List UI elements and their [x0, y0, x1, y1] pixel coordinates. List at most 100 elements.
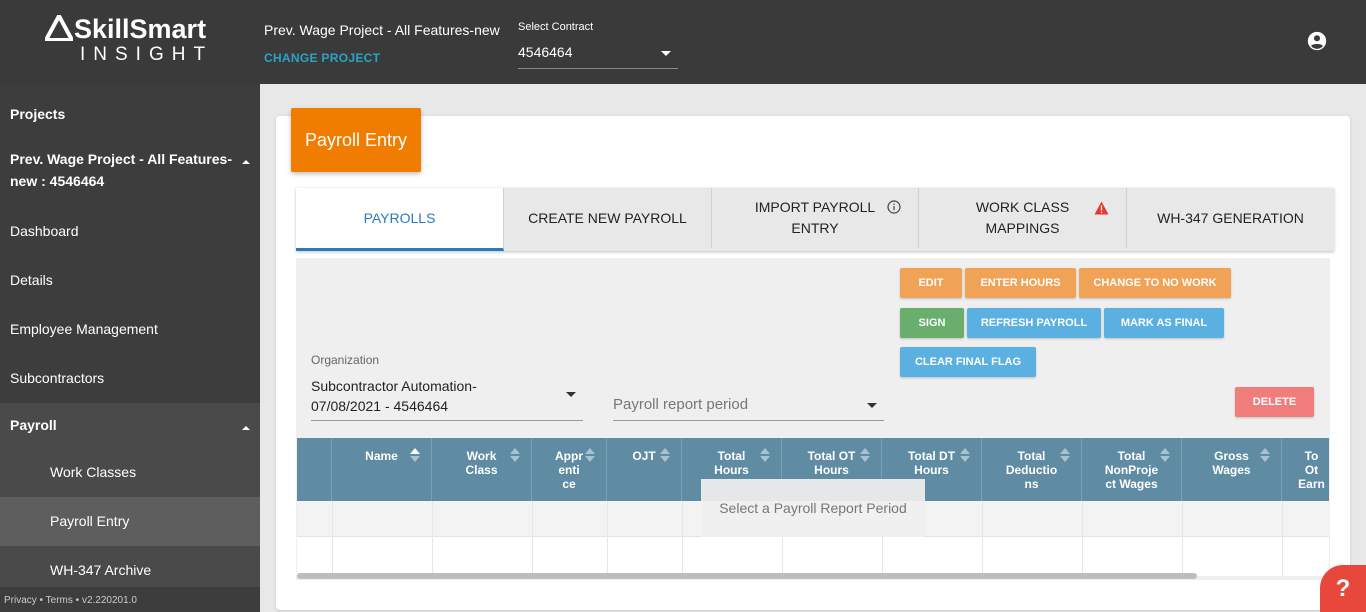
column-header-line: Ot: [1304, 463, 1319, 477]
edit-button[interactable]: EDIT: [900, 268, 962, 298]
column-header-line: Hours: [714, 463, 749, 477]
organization-select[interactable]: Subcontractor Automation- 07/08/2021 - 4…: [311, 376, 583, 421]
tab-create-new-payroll[interactable]: CREATE NEW PAYROLL: [504, 188, 712, 248]
table-column-divider: [682, 501, 683, 576]
contract-label: Select Contract: [518, 21, 594, 33]
delete-button[interactable]: DELETE: [1235, 387, 1314, 417]
organization-label: Organization: [311, 353, 380, 367]
payroll-report-period-select[interactable]: Payroll report period: [613, 392, 884, 421]
sort-icon[interactable]: [585, 447, 595, 463]
logo-main-text: SkillSmart: [74, 14, 207, 44]
column-header-line: Hours: [914, 463, 949, 477]
tab-work-class-line2: MAPPINGS: [985, 220, 1060, 236]
table-column-header[interactable]: To Ot Earn: [1282, 438, 1329, 501]
sidebar-item-payroll-entry[interactable]: Payroll Entry: [0, 497, 260, 546]
table-column-divider: [1182, 501, 1183, 576]
table-column-divider: [1282, 501, 1283, 576]
tab-bar: PAYROLLS CREATE NEW PAYROLL IMPORT PAYRO…: [296, 188, 1334, 251]
sort-icon[interactable]: [860, 447, 870, 463]
footer-links[interactable]: Privacy • Terms • v2.220201.0: [4, 595, 137, 606]
tab-work-class-label: WORK CLASS MAPPINGS: [976, 197, 1069, 239]
sidebar-item-payroll[interactable]: Payroll: [0, 417, 260, 433]
top-bar: SkillSmart INSIGHT Prev. Wage Project - …: [0, 0, 1366, 84]
account-circle-icon[interactable]: [1306, 30, 1328, 52]
change-to-no-work-button[interactable]: CHANGE TO NO WORK: [1079, 268, 1231, 298]
tab-work-class-mappings[interactable]: WORK CLASS MAPPINGS: [919, 188, 1127, 248]
column-header-line: Class: [465, 463, 498, 477]
mark-as-final-button[interactable]: MARK AS FINAL: [1104, 308, 1224, 338]
table-column-divider: [982, 501, 983, 576]
chevron-up-icon[interactable]: [242, 160, 250, 164]
sidebar-item-employee-management[interactable]: Employee Management: [0, 321, 260, 337]
sidebar-item-work-classes[interactable]: Work Classes: [0, 464, 260, 480]
table-column-divider: [607, 501, 608, 576]
column-header-line: Deductio: [1005, 463, 1058, 477]
sort-icon[interactable]: [660, 447, 670, 463]
tab-work-class-line1: WORK CLASS: [975, 199, 1070, 215]
sign-button[interactable]: SIGN: [900, 308, 964, 338]
table-column-header[interactable]: Work Class: [432, 438, 532, 501]
app-logo[interactable]: SkillSmart INSIGHT: [45, 14, 220, 66]
column-header-line: enti: [558, 463, 580, 477]
logo-wordmark: SkillSmart: [45, 14, 206, 45]
sort-icon[interactable]: [410, 447, 420, 463]
tab-payrolls[interactable]: PAYROLLS: [296, 188, 504, 251]
column-header-line: Earn: [1298, 477, 1325, 491]
table-select-column: [297, 438, 332, 501]
sidebar-item-dashboard[interactable]: Dashboard: [0, 223, 260, 239]
clear-final-flag-button[interactable]: CLEAR FINAL FLAG: [900, 347, 1036, 377]
change-project-link[interactable]: CHANGE PROJECT: [264, 51, 380, 65]
sidebar-item-current-project[interactable]: Prev. Wage Project - All Features- new :…: [0, 151, 260, 189]
sidebar-item-subcontractors[interactable]: Subcontractors: [0, 370, 260, 386]
sort-icon[interactable]: [510, 447, 520, 463]
tab-import-line2: ENTRY: [791, 220, 839, 236]
empty-table-message: Select a Payroll Report Period: [701, 479, 925, 537]
table-column-header[interactable]: Gross Wages: [1182, 438, 1282, 501]
tab-import-line1: IMPORT PAYROLL: [754, 199, 876, 215]
table-column-divider: [532, 501, 533, 576]
sort-icon[interactable]: [1260, 447, 1270, 463]
column-header-line: To: [1304, 449, 1319, 463]
info-icon[interactable]: [887, 200, 901, 214]
sort-icon[interactable]: [760, 447, 770, 463]
project-name: Prev. Wage Project - All Features-new: [264, 22, 500, 38]
organization-value: Subcontractor Automation- 07/08/2021 - 4…: [311, 376, 551, 416]
refresh-payroll-button[interactable]: REFRESH PAYROLL: [967, 308, 1101, 338]
contract-value: 4546464: [518, 44, 573, 60]
table-column-divider: [1082, 501, 1083, 576]
sort-icon[interactable]: [960, 447, 970, 463]
horizontal-scrollbar[interactable]: [297, 573, 1197, 579]
chevron-down-icon: [867, 403, 877, 408]
table-column-header[interactable]: Total Deductio ns: [982, 438, 1082, 501]
sidebar-item-wh347-archive[interactable]: WH-347 Archive: [0, 562, 260, 578]
project-title-line2: new : 4546464: [10, 173, 105, 189]
chevron-up-icon[interactable]: [242, 426, 250, 430]
table-column-header[interactable]: Name: [332, 438, 432, 501]
table-column-divider: [332, 501, 333, 576]
table-column-header[interactable]: Total NonProje ct Wages: [1082, 438, 1182, 501]
project-title-line1: Prev. Wage Project - All Features-: [10, 151, 232, 167]
contract-select[interactable]: 4546464: [518, 40, 678, 69]
tab-import-label: IMPORT PAYROLL ENTRY: [755, 197, 875, 239]
sort-icon[interactable]: [1160, 447, 1170, 463]
tab-import-payroll-entry[interactable]: IMPORT PAYROLL ENTRY: [712, 188, 919, 248]
page-title: Payroll Entry: [291, 108, 421, 172]
sidebar-item-details[interactable]: Details: [0, 272, 260, 288]
chevron-down-icon: [566, 392, 576, 397]
column-header-line: ct Wages: [1105, 477, 1158, 491]
logo-sub-text: INSIGHT: [80, 44, 214, 65]
tab-wh347-generation[interactable]: WH-347 GENERATION: [1127, 188, 1334, 248]
sort-icon[interactable]: [1060, 447, 1070, 463]
organization-value-line2: 07/08/2021 - 4546464: [311, 398, 449, 414]
help-button[interactable]: ?: [1320, 565, 1366, 612]
column-header-label: To Ot Earn: [1282, 449, 1329, 491]
enter-hours-button[interactable]: ENTER HOURS: [965, 268, 1076, 298]
sidebar: Projects Prev. Wage Project - All Featur…: [0, 84, 260, 612]
payroll-report-period-placeholder: Payroll report period: [613, 396, 749, 413]
warning-icon: [1094, 201, 1109, 215]
organization-value-line1: Subcontractor Automation-: [311, 378, 477, 394]
table-column-header[interactable]: Appr enti ce: [532, 438, 607, 501]
table-column-divider: [432, 501, 433, 576]
sidebar-item-projects[interactable]: Projects: [0, 106, 260, 122]
table-column-header[interactable]: OJT: [607, 438, 682, 501]
